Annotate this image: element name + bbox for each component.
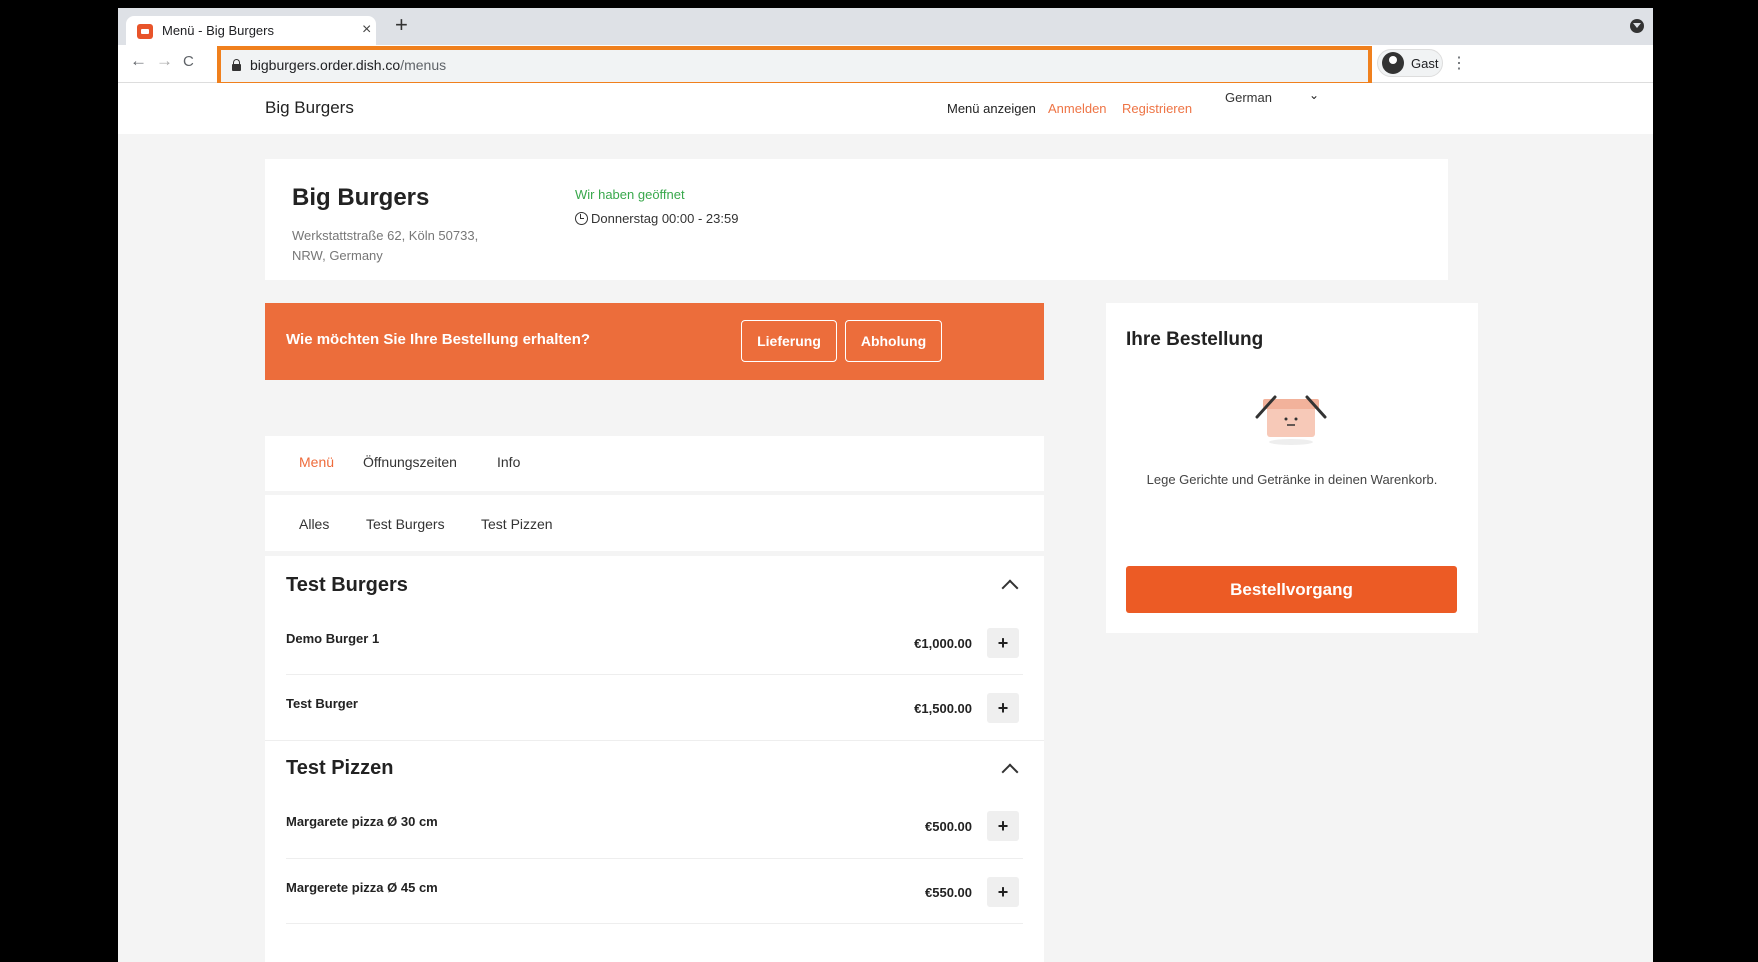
pickup-button[interactable]: Abholung bbox=[845, 320, 942, 362]
back-icon[interactable]: ← bbox=[130, 51, 147, 71]
address-bar[interactable]: bigburgers.order.dish.co/menus bbox=[217, 46, 1372, 86]
chevron-down-icon[interactable]: ⌄ bbox=[1309, 88, 1319, 102]
register-link[interactable]: Registrieren bbox=[1122, 101, 1192, 116]
divider bbox=[265, 740, 1044, 741]
order-panel: Ihre Bestellung Lege Gerichte und Geträn… bbox=[1106, 303, 1478, 633]
language-select[interactable]: German bbox=[1225, 90, 1272, 105]
clock-icon bbox=[575, 212, 588, 225]
order-title: Ihre Bestellung bbox=[1126, 329, 1264, 350]
menu-tabs: Menü Öffnungszeiten Info bbox=[265, 436, 1044, 491]
brand-logo[interactable]: Big Burgers bbox=[265, 98, 354, 118]
menu-item-name[interactable]: Margarete pizza Ø 30 cm bbox=[286, 814, 438, 829]
order-type-banner: Wie möchten Sie Ihre Bestellung erhalten… bbox=[265, 303, 1044, 380]
menu-list: Test Burgers Demo Burger 1 €1,000.00 + T… bbox=[265, 556, 1044, 962]
page-content: Big Burgers Menü anzeigen Anmelden Regis… bbox=[118, 83, 1653, 962]
tab-search-icon[interactable] bbox=[1630, 19, 1644, 33]
menu-item-price: €500.00 bbox=[925, 819, 972, 834]
chevron-up-icon[interactable] bbox=[1001, 579, 1019, 597]
category-test-pizzen[interactable]: Test Pizzen bbox=[481, 516, 553, 532]
menu-item-name[interactable]: Margerete pizza Ø 45 cm bbox=[286, 880, 438, 895]
browser-tab[interactable]: Menü - Big Burgers × bbox=[126, 16, 376, 45]
tab-opening-hours[interactable]: Öffnungszeiten bbox=[363, 454, 457, 470]
menu-item-price: €1,500.00 bbox=[914, 701, 972, 716]
add-item-button[interactable]: + bbox=[987, 693, 1019, 723]
forward-icon[interactable]: → bbox=[156, 51, 173, 71]
category-all[interactable]: Alles bbox=[299, 516, 329, 532]
restaurant-name: Big Burgers bbox=[292, 184, 430, 211]
login-link[interactable]: Anmelden bbox=[1048, 101, 1107, 116]
site-header: Big Burgers Menü anzeigen Anmelden Regis… bbox=[118, 83, 1653, 134]
menu-item-price: €1,000.00 bbox=[914, 636, 972, 651]
menu-item-name[interactable]: Demo Burger 1 bbox=[286, 631, 379, 646]
add-item-button[interactable]: + bbox=[987, 628, 1019, 658]
tab-bar: Menü - Big Burgers × + bbox=[118, 8, 1653, 45]
divider bbox=[286, 858, 1023, 859]
checkout-button[interactable]: Bestellvorgang bbox=[1126, 566, 1457, 613]
new-tab-button[interactable]: + bbox=[395, 12, 408, 38]
url-text: bigburgers.order.dish.co/menus bbox=[250, 57, 447, 73]
divider bbox=[286, 674, 1023, 675]
add-item-button[interactable]: + bbox=[987, 811, 1019, 841]
opening-hours: Donnerstag 00:00 - 23:59 bbox=[575, 211, 738, 226]
profile-avatar-icon bbox=[1382, 52, 1404, 74]
favicon-icon bbox=[137, 24, 153, 39]
category-test-burgers[interactable]: Test Burgers bbox=[366, 516, 445, 532]
add-item-button[interactable]: + bbox=[987, 877, 1019, 907]
reload-icon[interactable]: C bbox=[183, 53, 194, 70]
category-filter: Alles Test Burgers Test Pizzen bbox=[265, 495, 1044, 551]
tab-info[interactable]: Info bbox=[497, 454, 520, 470]
restaurant-address: Werkstattstraße 62, Köln 50733, NRW, Ger… bbox=[292, 228, 479, 263]
browser-window: Menü - Big Burgers × + ← → C bigburgers.… bbox=[118, 8, 1653, 962]
menu-item-name[interactable]: Test Burger bbox=[286, 696, 358, 711]
order-type-question: Wie möchten Sie Ihre Bestellung erhalten… bbox=[286, 331, 591, 348]
profile-button[interactable]: Gast bbox=[1377, 49, 1443, 77]
profile-label: Gast bbox=[1411, 56, 1439, 71]
section-title: Test Pizzen bbox=[286, 757, 394, 779]
lock-icon bbox=[232, 59, 241, 71]
tab-close-icon[interactable]: × bbox=[362, 21, 371, 39]
empty-box-icon bbox=[1255, 395, 1327, 445]
divider bbox=[286, 923, 1023, 924]
chevron-up-icon[interactable] bbox=[1001, 763, 1019, 781]
restaurant-info-card: Big Burgers Werkstattstraße 62, Köln 507… bbox=[265, 159, 1448, 280]
tab-menu[interactable]: Menü bbox=[299, 454, 334, 470]
open-status: Wir haben geöffnet bbox=[575, 187, 685, 202]
menu-item-price: €550.00 bbox=[925, 885, 972, 900]
show-menu-link[interactable]: Menü anzeigen bbox=[947, 101, 1036, 116]
tab-title: Menü - Big Burgers bbox=[162, 23, 274, 38]
browser-toolbar: ← → C bigburgers.order.dish.co/menus Gas… bbox=[118, 45, 1653, 86]
section-title: Test Burgers bbox=[286, 574, 408, 596]
delivery-button[interactable]: Lieferung bbox=[741, 320, 837, 362]
empty-cart-text: Lege Gerichte und Getränke in deinen War… bbox=[1146, 472, 1438, 487]
browser-menu-icon[interactable]: ⋮ bbox=[1451, 53, 1467, 73]
